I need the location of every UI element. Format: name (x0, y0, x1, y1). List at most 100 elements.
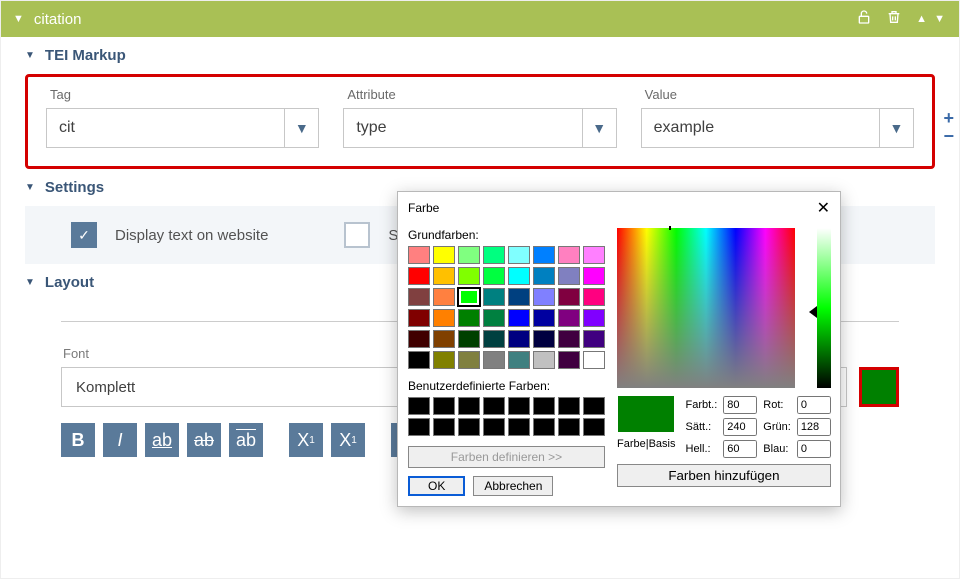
basic-color-swatch[interactable] (558, 351, 580, 369)
basic-color-swatch[interactable] (483, 267, 505, 285)
custom-color-swatch[interactable] (533, 418, 555, 436)
custom-color-swatch[interactable] (433, 418, 455, 436)
basic-color-swatch[interactable] (508, 267, 530, 285)
basic-color-swatch[interactable] (558, 309, 580, 327)
basic-color-swatch[interactable] (483, 330, 505, 348)
custom-color-swatch[interactable] (483, 397, 505, 415)
basic-color-swatch[interactable] (558, 330, 580, 348)
subscript-button[interactable]: X1 (289, 423, 323, 457)
basic-color-swatch[interactable] (533, 330, 555, 348)
basic-color-swatch[interactable] (583, 309, 605, 327)
basic-color-swatch[interactable] (458, 288, 480, 306)
collapse-icon[interactable]: ▼ (13, 13, 24, 25)
basic-color-swatch[interactable] (508, 288, 530, 306)
attribute-value: type (344, 109, 581, 147)
basic-color-swatch[interactable] (583, 288, 605, 306)
basic-color-swatch[interactable] (433, 267, 455, 285)
basic-color-swatch[interactable] (583, 330, 605, 348)
section-title: Settings (45, 179, 104, 196)
section-tei-header[interactable]: ▼ TEI Markup (1, 37, 959, 74)
basic-color-swatch[interactable] (408, 309, 430, 327)
lum-input[interactable] (723, 440, 757, 458)
custom-color-swatch[interactable] (458, 397, 480, 415)
basic-color-swatch[interactable] (408, 246, 430, 264)
green-input[interactable] (797, 418, 831, 436)
underline-button[interactable]: ab (145, 423, 179, 457)
basic-color-swatch[interactable] (483, 351, 505, 369)
basic-color-swatch[interactable] (433, 246, 455, 264)
basic-color-swatch[interactable] (408, 267, 430, 285)
chevron-down-icon: ▼ (284, 109, 318, 147)
ok-button[interactable]: OK (408, 476, 465, 496)
display-checkbox[interactable]: ✓ (71, 222, 97, 248)
add-row-button[interactable]: + (943, 109, 954, 127)
custom-color-swatch[interactable] (408, 397, 430, 415)
basic-color-swatch[interactable] (433, 288, 455, 306)
basic-color-swatch[interactable] (408, 330, 430, 348)
remove-row-button[interactable]: − (943, 127, 954, 145)
basic-color-swatch[interactable] (408, 351, 430, 369)
basic-color-swatch[interactable] (433, 309, 455, 327)
custom-color-swatch[interactable] (533, 397, 555, 415)
custom-color-swatch[interactable] (583, 418, 605, 436)
unlock-icon[interactable] (856, 9, 872, 30)
basic-color-swatch[interactable] (458, 351, 480, 369)
basic-color-swatch[interactable] (533, 351, 555, 369)
basic-color-swatch[interactable] (458, 309, 480, 327)
reorder-arrows[interactable]: ▲ ▼ (916, 13, 947, 25)
basic-color-swatch[interactable] (533, 267, 555, 285)
basic-color-swatch[interactable] (558, 267, 580, 285)
basic-color-swatch[interactable] (408, 288, 430, 306)
basic-color-swatch[interactable] (583, 351, 605, 369)
basic-color-swatch[interactable] (583, 267, 605, 285)
custom-color-swatch[interactable] (558, 397, 580, 415)
add-color-button[interactable]: Farben hinzufügen (617, 464, 831, 487)
color-swatch[interactable] (859, 367, 899, 407)
basic-color-swatch[interactable] (483, 288, 505, 306)
basic-color-swatch[interactable] (508, 246, 530, 264)
strike-button[interactable]: ab (187, 423, 221, 457)
sat-input[interactable] (723, 418, 757, 436)
color-gradient[interactable] (617, 228, 795, 388)
value-combo[interactable]: example ▼ (641, 108, 914, 148)
basic-color-swatch[interactable] (558, 288, 580, 306)
basic-color-swatch[interactable] (533, 288, 555, 306)
basic-color-swatch[interactable] (508, 351, 530, 369)
define-colors-button[interactable]: Farben definieren >> (408, 446, 605, 468)
basic-color-swatch[interactable] (533, 246, 555, 264)
luminance-bar[interactable] (817, 228, 831, 388)
close-icon[interactable]: ✕ (817, 198, 830, 218)
basic-color-swatch[interactable] (558, 246, 580, 264)
basic-color-swatch[interactable] (458, 246, 480, 264)
basic-color-swatch[interactable] (583, 246, 605, 264)
tag-combo[interactable]: cit ▼ (46, 108, 319, 148)
custom-color-swatch[interactable] (408, 418, 430, 436)
trash-icon[interactable] (886, 9, 902, 30)
basic-color-swatch[interactable] (508, 330, 530, 348)
custom-color-swatch[interactable] (558, 418, 580, 436)
custom-color-swatch[interactable] (483, 418, 505, 436)
basic-color-swatch[interactable] (483, 246, 505, 264)
custom-color-swatch[interactable] (433, 397, 455, 415)
set-checkbox[interactable] (344, 222, 370, 248)
blue-input[interactable] (797, 440, 831, 458)
attribute-combo[interactable]: type ▼ (343, 108, 616, 148)
basic-color-swatch[interactable] (433, 330, 455, 348)
basic-color-swatch[interactable] (458, 330, 480, 348)
hue-input[interactable] (723, 396, 757, 414)
custom-color-swatch[interactable] (508, 397, 530, 415)
custom-color-swatch[interactable] (583, 397, 605, 415)
basic-color-swatch[interactable] (483, 309, 505, 327)
custom-color-swatch[interactable] (508, 418, 530, 436)
basic-color-swatch[interactable] (458, 267, 480, 285)
red-input[interactable] (797, 396, 831, 414)
basic-color-swatch[interactable] (533, 309, 555, 327)
overline-button[interactable]: ab (229, 423, 263, 457)
italic-button[interactable]: I (103, 423, 137, 457)
basic-color-swatch[interactable] (508, 309, 530, 327)
bold-button[interactable]: B (61, 423, 95, 457)
basic-color-swatch[interactable] (433, 351, 455, 369)
custom-color-swatch[interactable] (458, 418, 480, 436)
cancel-button[interactable]: Abbrechen (473, 476, 553, 496)
superscript-button[interactable]: X1 (331, 423, 365, 457)
